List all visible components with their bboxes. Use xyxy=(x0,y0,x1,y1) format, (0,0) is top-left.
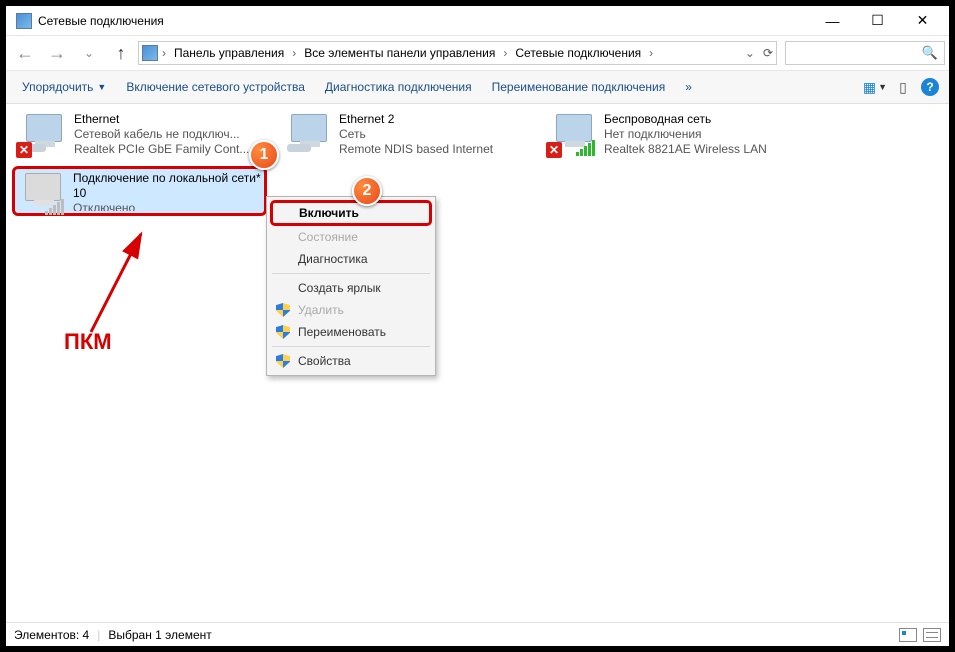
context-menu: Включить Состояние Диагностика Создать я… xyxy=(266,196,436,376)
status-selected-count: Выбран 1 элемент xyxy=(108,628,211,642)
diagnose-button[interactable]: Диагностика подключения xyxy=(315,76,482,98)
view-details-button[interactable] xyxy=(923,628,941,642)
connection-item-wifi[interactable]: ✕ Беспроводная сеть Нет подключения Real… xyxy=(546,110,801,160)
organize-menu[interactable]: Упорядочить▼ xyxy=(12,76,116,98)
search-icon: 🔍 xyxy=(922,45,938,61)
connection-device: Realtek PCIe GbE Family Cont... xyxy=(74,142,249,157)
annotation-badge-1: 1 xyxy=(249,140,279,170)
shield-icon xyxy=(276,303,290,317)
ctx-shortcut[interactable]: Создать ярлык xyxy=(270,277,432,299)
up-button[interactable]: ↑ xyxy=(106,41,136,65)
disconnected-icon: ✕ xyxy=(546,142,562,158)
shield-icon xyxy=(276,354,290,368)
help-button[interactable]: ? xyxy=(921,78,939,96)
titlebar: Сетевые подключения — ☐ ✕ xyxy=(6,6,949,36)
connection-status: Отключено xyxy=(73,201,262,211)
annotation-badge-2: 2 xyxy=(352,176,382,206)
connection-item-ethernet[interactable]: ✕ Ethernet Сетевой кабель не подключ... … xyxy=(16,110,271,160)
search-input[interactable]: 🔍 xyxy=(785,41,945,65)
status-bar: Элементов: 4 | Выбран 1 элемент xyxy=(6,622,949,646)
address-dropdown-icon[interactable]: ⌄ xyxy=(745,46,755,60)
connection-item-local10[interactable]: Подключение по локальной сети* 10 Отключ… xyxy=(12,166,267,216)
back-button[interactable]: ← xyxy=(10,41,40,65)
connection-status: Сетевой кабель не подключ... xyxy=(74,127,249,142)
breadcrumb-item[interactable]: Сетевые подключения xyxy=(511,46,645,60)
enable-device-button[interactable]: Включение сетевого устройства xyxy=(116,76,315,98)
address-bar-row: ← → ⌄ ↑ › Панель управления › Все элемен… xyxy=(6,36,949,70)
annotation-pkm-label: ПКМ xyxy=(64,329,112,355)
connection-device: Realtek 8821AE Wireless LAN 802.... xyxy=(604,142,799,158)
command-bar: Упорядочить▼ Включение сетевого устройст… xyxy=(6,70,949,104)
ctx-diagnose[interactable]: Диагностика xyxy=(270,248,432,270)
breadcrumb-item[interactable]: Панель управления xyxy=(170,46,288,60)
overflow-button[interactable]: » xyxy=(675,76,702,98)
preview-pane-button[interactable]: ▯ xyxy=(889,79,917,96)
disconnected-icon: ✕ xyxy=(16,142,32,158)
content-area: ✕ Ethernet Сетевой кабель не подключ... … xyxy=(6,104,949,644)
connection-name: Ethernet 2 xyxy=(339,112,534,127)
app-icon xyxy=(16,13,32,29)
connection-device: Remote NDIS based Internet Shari... xyxy=(339,142,534,158)
ctx-properties[interactable]: Свойства xyxy=(270,350,432,372)
breadcrumb-item[interactable]: Все элементы панели управления xyxy=(300,46,499,60)
connection-name: Ethernet xyxy=(74,112,249,127)
maximize-button[interactable]: ☐ xyxy=(855,7,900,35)
close-button[interactable]: ✕ xyxy=(900,7,945,35)
window-title: Сетевые подключения xyxy=(38,14,810,28)
connection-status: Сеть xyxy=(339,127,534,142)
window: Сетевые подключения — ☐ ✕ ← → ⌄ ↑ › Пане… xyxy=(0,0,955,652)
forward-button: → xyxy=(42,41,72,65)
view-large-icons-button[interactable] xyxy=(899,628,917,642)
shield-icon xyxy=(276,325,290,339)
ctx-status: Состояние xyxy=(270,226,432,248)
control-panel-icon xyxy=(142,45,158,61)
recent-dropdown[interactable]: ⌄ xyxy=(74,41,104,65)
ctx-delete: Удалить xyxy=(270,299,432,321)
connection-name: Подключение по локальной сети* 10 xyxy=(73,171,262,201)
ctx-rename[interactable]: Переименовать xyxy=(270,321,432,343)
view-icons-dropdown[interactable]: ▦▼ xyxy=(861,79,889,96)
connection-item-ethernet2[interactable]: Ethernet 2 Сеть Remote NDIS based Intern… xyxy=(281,110,536,160)
ctx-enable[interactable]: Включить xyxy=(270,200,432,226)
breadcrumb-bar[interactable]: › Панель управления › Все элементы панел… xyxy=(138,41,777,65)
rename-button[interactable]: Переименование подключения xyxy=(482,76,676,98)
status-item-count: Элементов: 4 xyxy=(14,628,89,642)
connection-status: Нет подключения xyxy=(604,127,799,142)
minimize-button[interactable]: — xyxy=(810,7,855,35)
annotation-arrow xyxy=(61,222,161,342)
connection-name: Беспроводная сеть xyxy=(604,112,799,127)
refresh-button[interactable]: ⟳ xyxy=(763,46,773,60)
